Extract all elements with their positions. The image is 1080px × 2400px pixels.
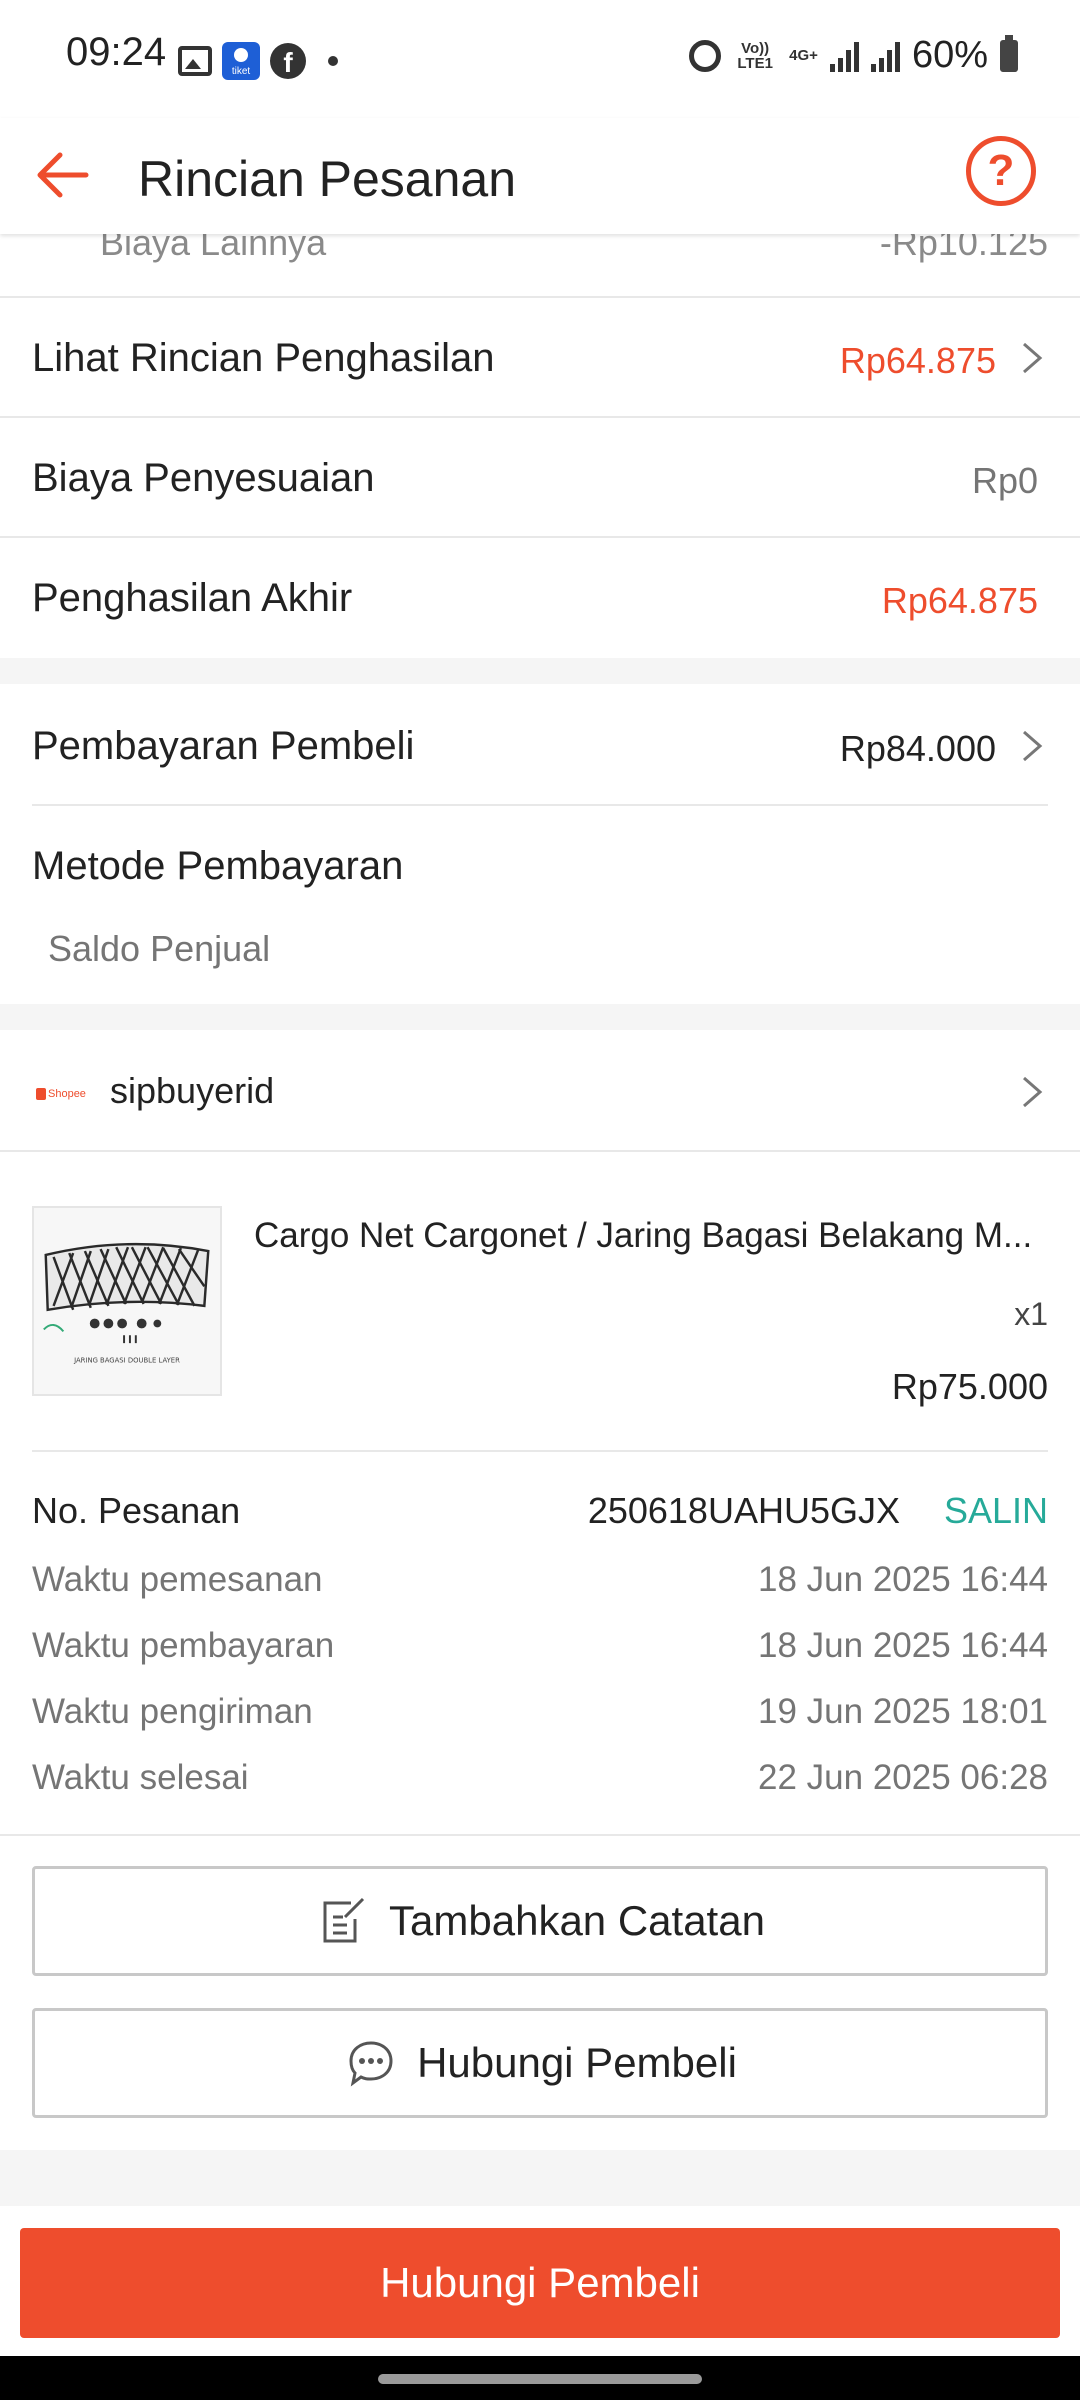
shopee-logo-icon: Shopee — [36, 1084, 86, 1104]
contact-buyer-label: Hubungi Pembeli — [417, 2039, 737, 2086]
back-button[interactable] — [30, 142, 96, 208]
adjustment-fee-row: Biaya Penyesuaian Rp0 — [0, 418, 1080, 536]
tiket-label: tiket — [231, 66, 251, 77]
notification-icons: tiket f — [178, 42, 338, 80]
order-time-label: Waktu pembayaran — [32, 1626, 335, 1665]
tiket-app-icon: tiket — [222, 42, 260, 80]
adjustment-label: Biaya Penyesuaian — [32, 456, 375, 500]
cargo-net-image: JARING BAGASI DOUBLE LAYER — [34, 1208, 220, 1394]
payment-method-value: Saldo Penjual — [48, 928, 271, 969]
question-mark-icon: ? — [987, 146, 1015, 195]
status-bar: 09:24 tiket f Vo)) LTE1 4G+ 60% — [0, 0, 1080, 118]
order-number-label: No. Pesanan — [32, 1490, 241, 1531]
thumb-caption: JARING BAGASI DOUBLE LAYER — [73, 1357, 180, 1365]
network-type-indicator: 4G+ — [789, 47, 818, 64]
order-time-value: 19 Jun 2025 18:01 — [758, 1692, 1048, 1731]
battery-icon — [1000, 34, 1018, 72]
order-time-row: Waktu pemesanan 18 Jun 2025 16:44 — [0, 1560, 1080, 1620]
order-time-value: 22 Jun 2025 06:28 — [758, 1758, 1048, 1797]
help-button[interactable]: ? — [966, 136, 1036, 206]
payment-method-row: Metode Pembayaran Saldo Penjual — [0, 806, 1080, 1004]
note-edit-icon — [323, 1897, 365, 1943]
order-time-label: Waktu pengiriman — [32, 1692, 313, 1731]
buyer-payment-row[interactable]: Pembayaran Pembeli Rp84.000 — [0, 684, 1080, 804]
battery-percentage: 60% — [911, 34, 988, 76]
add-note-label: Tambahkan Catatan — [389, 1897, 765, 1944]
signal-sim2-icon — [870, 40, 900, 72]
buyer-payment-value: Rp84.000 — [839, 728, 996, 769]
contact-buyer-primary-button[interactable]: Hubungi Pembeli — [20, 2228, 1060, 2338]
gallery-icon — [178, 46, 212, 76]
product-name: Cargo Net Cargonet / Jaring Bagasi Belak… — [254, 1216, 1033, 1255]
order-time-label: Waktu selesai — [32, 1758, 249, 1797]
final-income-value: Rp64.875 — [881, 580, 1038, 621]
order-time-row: Waktu pengiriman 19 Jun 2025 18:01 — [0, 1692, 1080, 1752]
order-time-value: 18 Jun 2025 16:44 — [758, 1560, 1048, 1599]
contact-buyer-outline-button[interactable]: Hubungi Pembeli — [32, 2008, 1048, 2118]
chevron-right-icon — [1018, 728, 1046, 762]
order-time-row: Waktu pembayaran 18 Jun 2025 16:44 — [0, 1626, 1080, 1686]
bottom-gap — [0, 2150, 1080, 2206]
product-price: Rp75.000 — [891, 1366, 1048, 1407]
buyer-row[interactable]: sipbuyerid — [0, 1030, 1080, 1150]
add-note-button[interactable]: Tambahkan Catatan — [32, 1866, 1048, 1976]
more-notifications-dot-icon — [328, 56, 338, 66]
app-header: Rincian Pesanan ? — [0, 118, 1080, 234]
facebook-icon: f — [270, 43, 306, 79]
order-time-value: 18 Jun 2025 16:44 — [758, 1626, 1048, 1665]
page-title: Rincian Pesanan — [138, 151, 517, 207]
chat-bubble-icon — [349, 2041, 393, 2087]
status-time: 09:24 — [66, 30, 167, 74]
order-time-row: Waktu selesai 22 Jun 2025 06:28 — [0, 1758, 1080, 1818]
chevron-right-icon — [1018, 340, 1046, 374]
system-icons: Vo)) LTE1 4G+ 60% — [689, 34, 1018, 77]
final-income-label: Penghasilan Akhir — [32, 576, 353, 620]
arrow-left-icon — [37, 152, 89, 198]
signal-sim1-icon — [829, 40, 859, 72]
copy-order-number-button[interactable]: SALIN — [944, 1490, 1048, 1532]
divider — [0, 1834, 1080, 1836]
primary-contact-buyer-label: Hubungi Pembeli — [380, 2259, 700, 2306]
divider — [0, 1150, 1080, 1152]
divider — [32, 1450, 1048, 1452]
app-root: 09:24 tiket f Vo)) LTE1 4G+ 60% Rincian … — [0, 0, 1080, 2400]
section-gap — [0, 1004, 1080, 1030]
income-detail-label: Lihat Rincian Penghasilan — [32, 336, 495, 380]
income-detail-value: Rp64.875 — [839, 340, 996, 381]
alarm-icon — [689, 39, 722, 72]
order-number-value: 250618UAHU5GJX — [587, 1490, 900, 1531]
buyer-username: sipbuyerid — [110, 1070, 275, 1111]
chevron-right-icon — [1018, 1074, 1046, 1108]
volte-indicator: Vo)) LTE1 — [737, 39, 773, 72]
product-quantity: x1 — [1014, 1296, 1048, 1332]
product-image[interactable]: JARING BAGASI DOUBLE LAYER — [32, 1206, 222, 1396]
section-gap — [0, 658, 1080, 684]
payment-method-label: Metode Pembayaran — [32, 844, 404, 888]
home-gesture-handle[interactable] — [378, 2374, 702, 2384]
order-time-label: Waktu pemesanan — [32, 1560, 323, 1599]
system-navigation-bar — [0, 2356, 1080, 2400]
buyer-payment-label: Pembayaran Pembeli — [32, 724, 415, 768]
adjustment-value: Rp0 — [971, 460, 1038, 501]
final-income-row: Penghasilan Akhir Rp64.875 — [0, 538, 1080, 658]
income-detail-row[interactable]: Lihat Rincian Penghasilan Rp64.875 — [0, 298, 1080, 416]
